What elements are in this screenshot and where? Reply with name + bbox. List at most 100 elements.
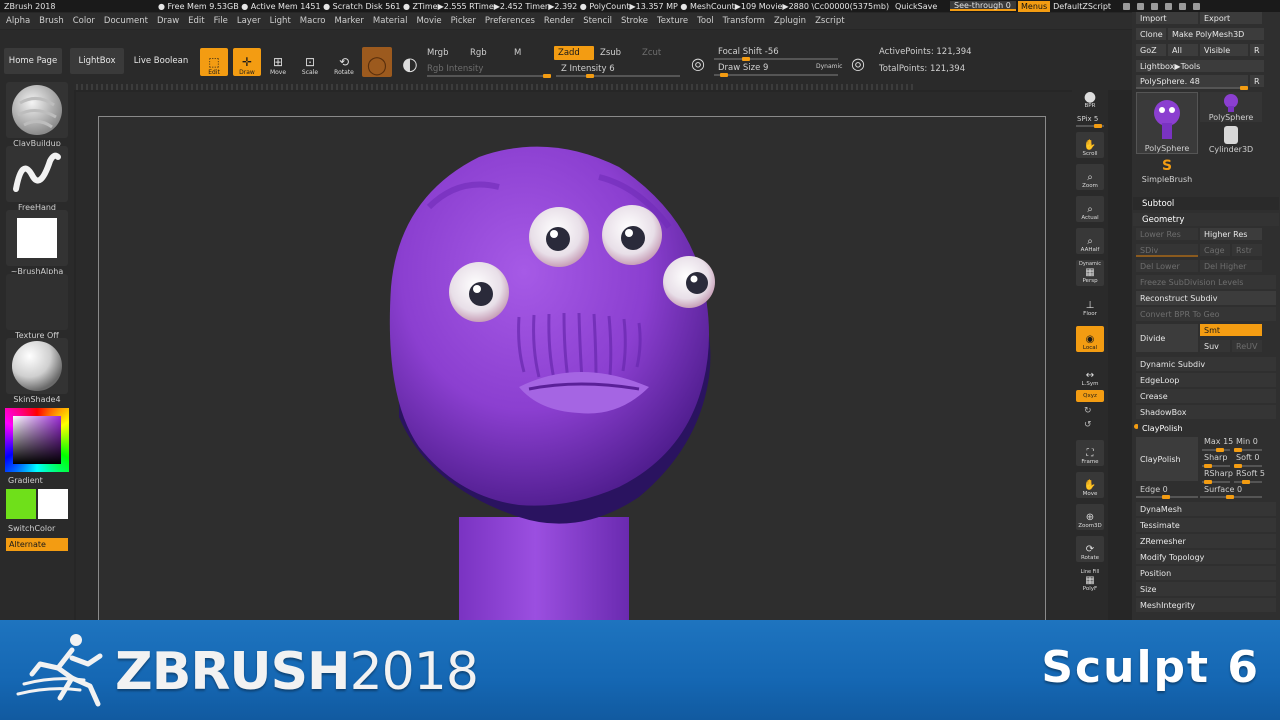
spix-slider[interactable]: SPix 5 (1077, 115, 1098, 123)
menu-zscript[interactable]: Zscript (815, 16, 845, 26)
menu-macro[interactable]: Macro (300, 16, 326, 26)
del-lower-button[interactable]: Del Lower (1136, 260, 1198, 272)
meshintegrity-header[interactable]: MeshIntegrity (1136, 598, 1276, 612)
claypolish-sharp-slider[interactable]: Sharp (1204, 453, 1227, 462)
tool-thumb-polysphere[interactable]: PolySphere (1200, 92, 1262, 122)
spix-slider-track[interactable] (1076, 124, 1104, 128)
dynamic-size-toggle[interactable]: Dynamic (816, 63, 842, 70)
floor-button[interactable]: ⊥ Floor (1076, 292, 1104, 318)
texture-selector[interactable]: Texture Off (6, 274, 68, 340)
frame-button[interactable]: ⛶ Frame (1076, 440, 1104, 466)
menu-stroke[interactable]: Stroke (621, 16, 648, 26)
gizmo-toggle-button[interactable]: ◐ (396, 48, 424, 76)
claypolish-rsharp-track[interactable] (1202, 480, 1230, 484)
aahalf-button[interactable]: ⌕ AAHalf (1076, 228, 1104, 254)
surface-slider[interactable]: Surface 0 (1204, 485, 1242, 494)
menu-render[interactable]: Render (544, 16, 574, 26)
claypolish-header[interactable]: ClayPolish (1138, 421, 1278, 435)
position-header[interactable]: Position (1136, 566, 1276, 580)
zadd-button[interactable]: Zadd (554, 46, 594, 60)
del-higher-button[interactable]: Del Higher (1200, 260, 1262, 272)
cage-button[interactable]: Cage (1200, 244, 1230, 256)
goz-r-button[interactable]: R (1250, 44, 1264, 56)
edge-slider-track[interactable] (1136, 495, 1198, 499)
convert-bpr-button[interactable]: Convert BPR To Geo (1136, 307, 1276, 321)
suv-toggle[interactable]: Suv (1200, 340, 1230, 352)
menu-document[interactable]: Document (104, 16, 148, 26)
crease-header[interactable]: Crease (1136, 389, 1276, 403)
claypolish-rsoft-slider[interactable]: RSoft 5 (1236, 469, 1265, 478)
menu-movie[interactable]: Movie (416, 16, 441, 26)
tessimate-header[interactable]: Tessimate (1136, 518, 1276, 532)
claypolish-min-track[interactable] (1234, 448, 1262, 452)
rstr-button[interactable]: Rstr (1232, 244, 1262, 256)
lsym-button[interactable]: ↔ L.Sym (1076, 362, 1104, 388)
menus-toggle[interactable]: Menus (1018, 0, 1051, 12)
zcut-button[interactable]: Zcut (642, 48, 661, 58)
menu-color[interactable]: Color (73, 16, 95, 26)
rgb-intensity-slider[interactable] (427, 74, 551, 78)
tool-count-track[interactable] (1136, 86, 1248, 90)
xyz-button[interactable]: Qxyz (1076, 390, 1104, 402)
mrgb-button[interactable]: Mrgb (427, 48, 448, 58)
geometry-header[interactable]: Geometry (1133, 213, 1279, 226)
gradient-label[interactable]: Gradient (8, 476, 43, 485)
tool-count-slider[interactable]: PolySphere. 48 (1136, 75, 1248, 87)
menu-draw[interactable]: Draw (157, 16, 179, 26)
actual-button[interactable]: ⌕ Actual (1076, 196, 1104, 222)
subtool-header[interactable]: Subtool (1133, 197, 1279, 210)
persp-button[interactable]: Dynamic ▦ Persp (1076, 260, 1104, 286)
menu-stencil[interactable]: Stencil (583, 16, 612, 26)
rotate-ccw-icon[interactable]: ↺ (1084, 420, 1092, 430)
menu-marker[interactable]: Marker (335, 16, 364, 26)
local-button[interactable]: ◉ Local (1076, 326, 1104, 352)
menu-light[interactable]: Light (270, 16, 291, 26)
sdiv-slider-track[interactable] (1136, 255, 1198, 257)
sculpt-model[interactable] (99, 117, 1046, 620)
claypolish-button[interactable]: ClayPolish (1136, 437, 1198, 481)
surface-slider-track[interactable] (1200, 495, 1262, 499)
divide-button[interactable]: Divide (1136, 324, 1198, 352)
brush-selector[interactable]: ClayBuildup (6, 82, 68, 148)
smt-toggle[interactable]: Smt (1200, 324, 1262, 336)
tool-r-button[interactable]: R (1250, 75, 1264, 87)
move-view-button[interactable]: ✋ Move (1076, 472, 1104, 498)
maximize-icon[interactable] (1179, 2, 1187, 10)
material-swatch-button[interactable]: ◯ (362, 47, 392, 77)
minimize-icon[interactable] (1165, 2, 1173, 10)
higher-res-button[interactable]: Higher Res (1200, 228, 1262, 240)
menu-picker[interactable]: Picker (451, 16, 476, 26)
default-zscript-button[interactable]: DefaultZScript (1053, 2, 1115, 11)
zremesher-header[interactable]: ZRemesher (1136, 534, 1276, 548)
import-button[interactable]: Import (1136, 12, 1198, 24)
menu-layer[interactable]: Layer (237, 16, 261, 26)
polyf-button[interactable]: Line Fill ▦ PolyF (1076, 568, 1104, 594)
document-canvas[interactable] (98, 116, 1046, 620)
claypolish-rsharp-slider[interactable]: RSharp (1204, 469, 1233, 478)
lower-res-button[interactable]: Lower Res (1136, 228, 1198, 240)
menu-alpha[interactable]: Alpha (6, 16, 30, 26)
zoom3d-button[interactable]: ⊕ Zoom3D (1076, 504, 1104, 530)
modify-topology-header[interactable]: Modify Topology (1136, 550, 1276, 564)
menu-file[interactable]: File (214, 16, 228, 26)
scroll-button[interactable]: ✋ Scroll (1076, 132, 1104, 158)
see-through-slider[interactable]: See-through 0 (950, 1, 1016, 11)
color-wheel[interactable] (5, 408, 69, 472)
live-boolean-button[interactable]: Live Boolean (130, 48, 192, 74)
help-icon[interactable] (1123, 2, 1131, 10)
size-header[interactable]: Size (1136, 582, 1276, 596)
menu-texture[interactable]: Texture (657, 16, 688, 26)
lightbox-tools-button[interactable]: Lightbox▶Tools (1136, 60, 1264, 72)
color-picker[interactable] (5, 408, 69, 472)
make-polymesh-button[interactable]: Make PolyMesh3D (1168, 28, 1264, 40)
menu-zplugin[interactable]: Zplugin (774, 16, 806, 26)
all-button[interactable]: All (1168, 44, 1198, 56)
shadowbox-header[interactable]: ShadowBox (1136, 405, 1276, 419)
z-intensity-slider[interactable] (556, 74, 680, 78)
tool-thumb-cylinder[interactable]: Cylinder3D (1200, 124, 1262, 154)
goz-button[interactable]: GoZ (1136, 44, 1166, 56)
move-mode-button[interactable]: ⊞ Move (264, 48, 292, 76)
draw-size-slider[interactable] (714, 73, 838, 77)
edgeloop-header[interactable]: EdgeLoop (1136, 373, 1276, 387)
dynamic-subdiv-header[interactable]: Dynamic Subdiv (1136, 357, 1276, 371)
